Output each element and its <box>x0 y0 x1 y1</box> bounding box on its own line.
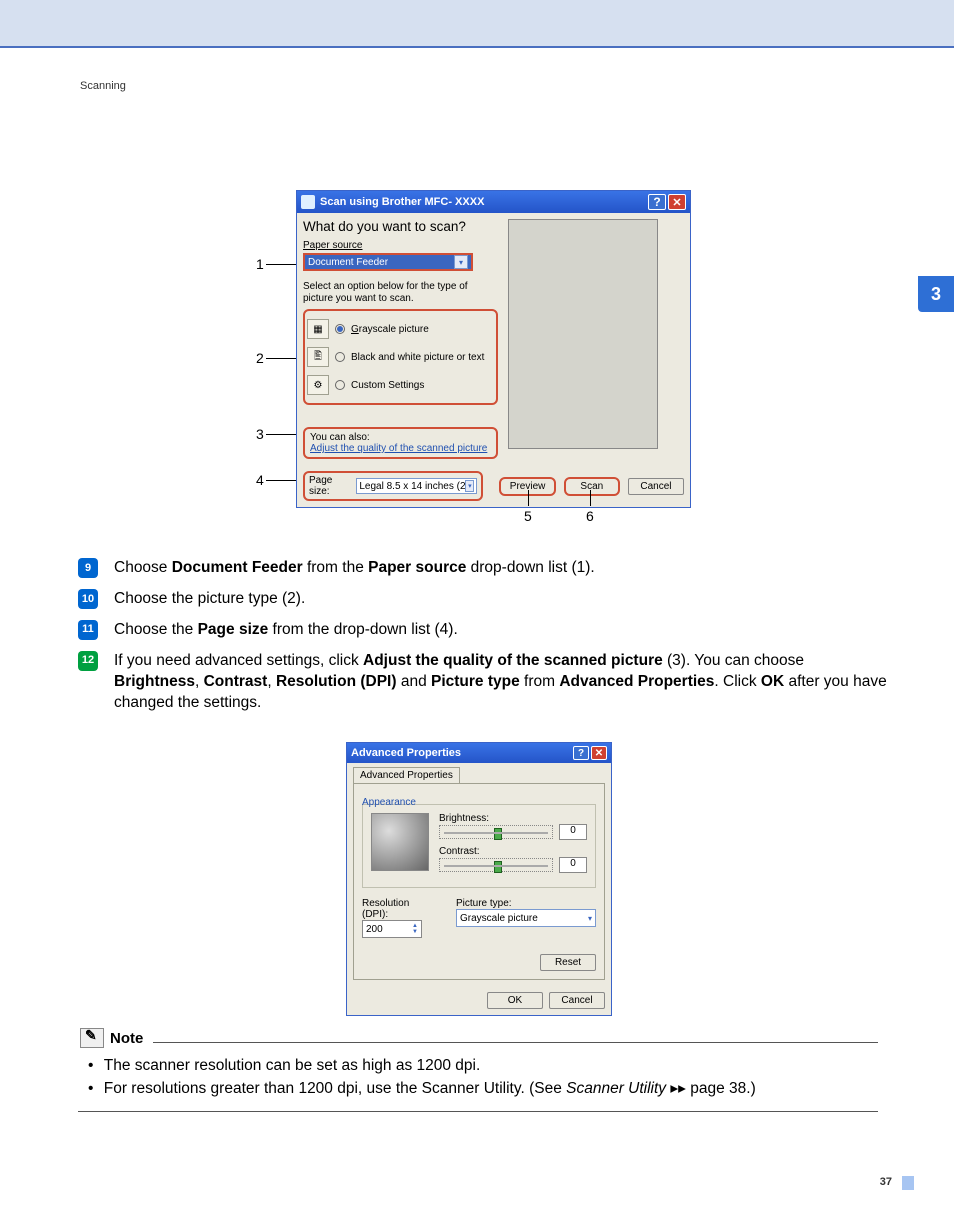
callout-3: 3 <box>256 426 264 442</box>
bw-radio[interactable] <box>335 352 345 362</box>
picture-type-label: Picture type: <box>456 898 596 909</box>
pencil-note-icon <box>80 1028 104 1048</box>
appearance-group-label: Appearance <box>362 797 416 808</box>
picture-type-dropdown[interactable]: Grayscale picture ▾ <box>456 909 596 927</box>
note-item-2: For resolutions greater than 1200 dpi, u… <box>102 1077 878 1100</box>
adjust-intro: You can also: <box>310 432 491 443</box>
help-button[interactable]: ? <box>648 194 666 210</box>
chevron-down-icon: ▾ <box>588 914 592 923</box>
breadcrumb: Scanning <box>80 80 126 92</box>
custom-radio[interactable] <box>335 380 345 390</box>
paper-source-label: Paper source <box>303 240 498 251</box>
section-tab: 3 <box>918 276 954 312</box>
resolution-spinner[interactable]: 200 ▲▼ <box>362 920 422 938</box>
adjust-quality-link[interactable]: Adjust the quality of the scanned pictur… <box>310 443 487 454</box>
step-9-text: Choose Document Feeder from the Paper so… <box>114 558 888 579</box>
step-marker-10: 10 <box>78 589 98 609</box>
callout-5: 5 <box>524 508 532 524</box>
callout-1: 1 <box>256 256 264 272</box>
note-item-1: The scanner resolution can be set as hig… <box>102 1054 878 1077</box>
grayscale-radio[interactable] <box>335 324 345 334</box>
brightness-slider[interactable] <box>439 825 553 839</box>
tab-advanced-properties[interactable]: Advanced Properties <box>353 767 460 783</box>
advanced-properties-screenshot: Advanced Properties ? ✕ Advanced Propert… <box>346 742 612 1016</box>
note-section: Note The scanner resolution can be set a… <box>80 1028 878 1112</box>
contrast-label: Contrast: <box>439 846 587 857</box>
ok-button[interactable]: OK <box>487 992 543 1009</box>
custom-icon: ⚙ <box>307 375 329 395</box>
page-size-label: Page size: <box>309 475 352 497</box>
grayscale-label: Grayscale picture <box>351 324 429 335</box>
cancel-button[interactable]: Cancel <box>628 478 684 495</box>
page-marker <box>902 1176 914 1190</box>
chevron-down-icon: ▾ <box>454 255 468 269</box>
chevron-down-icon: ▾ <box>465 480 474 492</box>
step-10-text: Choose the picture type (2). <box>114 589 888 610</box>
spinner-icon: ▲▼ <box>412 923 418 935</box>
step-12-text: If you need advanced settings, click Adj… <box>114 651 888 714</box>
bw-label: Black and white picture or text <box>351 352 484 363</box>
dialog-title: Scan using Brother MFC- XXXX <box>320 196 484 208</box>
grayscale-icon: ▦ <box>307 319 329 339</box>
step-marker-9: 9 <box>78 558 98 578</box>
paper-source-dropdown[interactable]: Document Feeder ▾ <box>303 253 473 271</box>
note-heading: Note <box>110 1030 143 1047</box>
step-11-text: Choose the Page size from the drop-down … <box>114 620 888 641</box>
step-marker-12: 12 <box>78 651 98 671</box>
callout-4: 4 <box>256 472 264 488</box>
page-size-dropdown[interactable]: Legal 8.5 x 14 inches (216 x 356 ▾ <box>356 478 477 494</box>
preview-area <box>508 219 658 449</box>
help-button[interactable]: ? <box>573 746 589 760</box>
callout-6: 6 <box>586 508 594 524</box>
option-prompt: Select an option below for the type of p… <box>303 281 498 305</box>
scanner-icon <box>301 195 315 209</box>
contrast-value[interactable]: 0 <box>559 857 587 873</box>
brightness-label: Brightness: <box>439 813 587 824</box>
dialog-title: Advanced Properties <box>351 747 461 759</box>
scan-question: What do you want to scan? <box>303 219 498 234</box>
custom-label: Custom Settings <box>351 380 424 391</box>
preview-thumbnail <box>371 813 429 871</box>
contrast-slider[interactable] <box>439 858 553 872</box>
brightness-value[interactable]: 0 <box>559 824 587 840</box>
bw-icon: 🖺 <box>307 347 329 367</box>
page-number: 37 <box>880 1176 892 1188</box>
scan-dialog-screenshot: 1 2 3 4 Scan using Brother MFC- XXXX ? ✕… <box>256 190 691 508</box>
resolution-label: Resolution (DPI): <box>362 898 436 920</box>
close-button[interactable]: ✕ <box>591 746 607 760</box>
cancel-button[interactable]: Cancel <box>549 992 605 1009</box>
reset-button[interactable]: Reset <box>540 954 596 971</box>
callout-2: 2 <box>256 350 264 366</box>
step-marker-11: 11 <box>78 620 98 640</box>
close-button[interactable]: ✕ <box>668 194 686 210</box>
scan-button[interactable]: Scan <box>564 477 620 496</box>
